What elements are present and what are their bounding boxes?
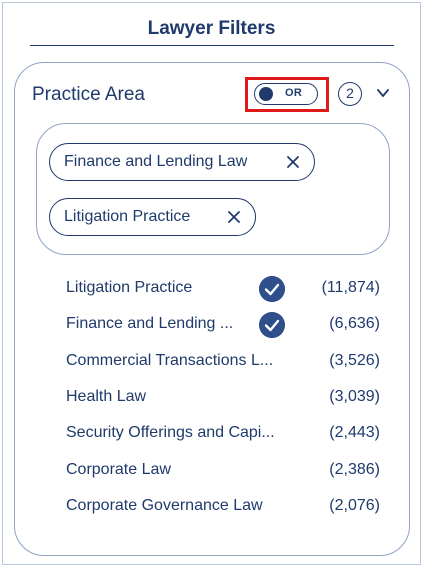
list-item-count: (3,039) xyxy=(329,387,380,405)
chip-label: Litigation Practice xyxy=(64,208,191,225)
list-item-label: Corporate Law xyxy=(66,460,171,478)
list-item[interactable]: Health Law (3,039) xyxy=(66,385,386,411)
list-item-count: (2,443) xyxy=(329,424,380,442)
list-item[interactable]: Corporate Governance Law (2,076) xyxy=(66,494,386,520)
list-item-label: Litigation Practice xyxy=(66,279,193,296)
list-item[interactable]: Corporate Law (2,386) xyxy=(66,458,386,484)
title-divider xyxy=(30,45,394,46)
check-icon[interactable] xyxy=(259,312,285,339)
list-item-count: (3,526) xyxy=(329,351,380,369)
close-icon[interactable] xyxy=(227,210,241,224)
filter-chip[interactable]: Litigation Practice xyxy=(49,198,256,236)
list-item[interactable]: Security Offerings and Capi... (2,443) xyxy=(66,421,386,447)
check-icon[interactable] xyxy=(259,276,285,302)
list-item[interactable]: Litigation Practice (11,874) xyxy=(66,276,386,302)
chevron-down-icon[interactable] xyxy=(375,85,391,101)
list-item[interactable]: Finance and Lending ... (6,636) xyxy=(66,312,386,339)
list-item-count: (2,386) xyxy=(329,460,380,478)
list-item-label: Health Law xyxy=(66,387,147,405)
list-item-label: Finance and Lending ... xyxy=(66,315,234,333)
list-item[interactable]: Commercial Transactions L... (3,526) xyxy=(66,349,386,375)
toggle-knob xyxy=(259,87,273,101)
list-item-label: Corporate Governance Law xyxy=(66,496,263,514)
list-item-label: Commercial Transactions L... xyxy=(66,351,274,369)
list-item-label: Security Offerings and Capi... xyxy=(66,424,275,442)
section-title: Practice Area xyxy=(32,84,145,105)
chip-label: Finance and Lending Law xyxy=(64,153,248,170)
toggle-label: OR xyxy=(285,87,303,99)
list-item-count: (11,874) xyxy=(321,279,380,296)
or-toggle[interactable]: OR xyxy=(254,83,318,105)
filter-chip[interactable]: Finance and Lending Law xyxy=(49,143,315,181)
list-item-count: (6,636) xyxy=(329,315,380,333)
list-item-count: (2,076) xyxy=(329,496,380,514)
panel-title: Lawyer Filters xyxy=(147,18,276,39)
close-icon[interactable] xyxy=(286,155,300,169)
selected-count-badge: 2 xyxy=(338,82,362,106)
